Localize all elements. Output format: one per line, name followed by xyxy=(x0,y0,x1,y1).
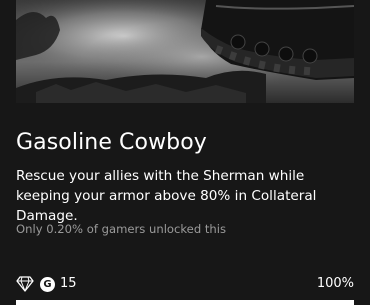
progress-bar xyxy=(16,300,354,305)
gamerscore-icon: G xyxy=(40,277,55,292)
achievement-description: Rescue your allies with the Sherman whil… xyxy=(16,168,317,224)
progress-bar-fill xyxy=(16,300,354,305)
achievement-footer: G 15 100% xyxy=(16,275,354,295)
rarity-text: Only 0.20% of gamers unlocked this xyxy=(16,222,227,236)
gamerscore-value: 15 xyxy=(60,276,77,291)
achievement-hero-image xyxy=(16,0,354,103)
achievement-card: Gasoline Cowboy Rescue your allies with … xyxy=(0,0,370,305)
achievement-title: Gasoline Cowboy xyxy=(16,130,207,155)
tank-battle-artwork xyxy=(16,0,354,103)
diamond-icon xyxy=(16,276,34,292)
progress-percent: 100% xyxy=(316,276,354,291)
